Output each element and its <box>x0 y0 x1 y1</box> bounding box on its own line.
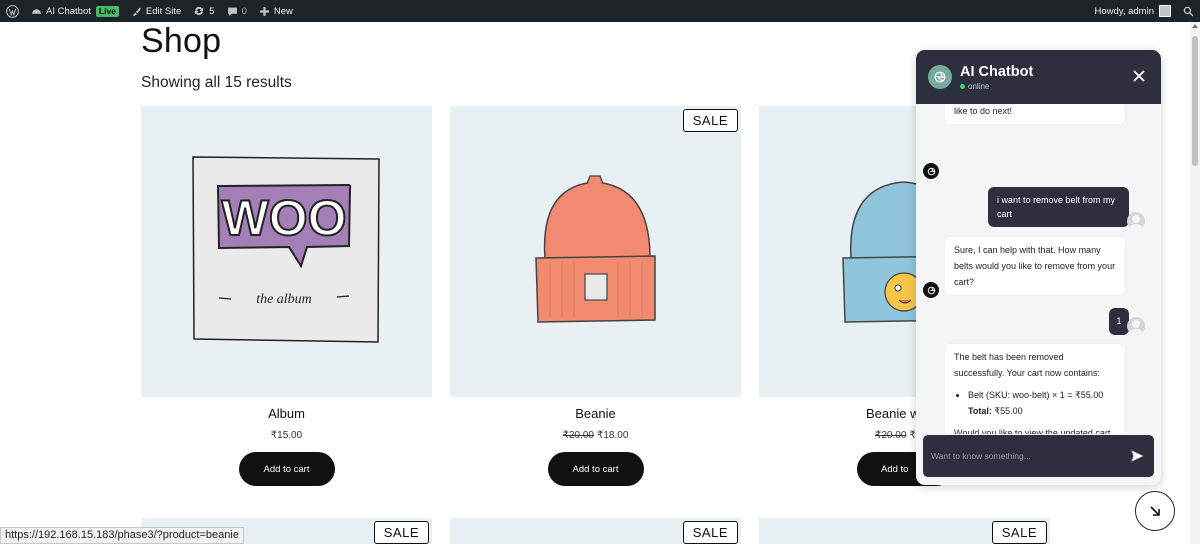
cart-item-text: Belt (SKU: woo-belt) × 1 = ₹55.00 <box>968 390 1104 400</box>
wordpress-logo-icon[interactable] <box>0 0 25 22</box>
user-avatar <box>1127 212 1145 230</box>
chat-toggle-button[interactable] <box>1135 491 1175 531</box>
close-icon[interactable] <box>1131 68 1147 84</box>
sale-price: ₹18.00 <box>597 430 629 441</box>
user-avatar <box>1127 317 1145 335</box>
new-label: New <box>273 5 293 17</box>
live-badge: Live <box>95 5 119 17</box>
updates-count: 5 <box>209 5 215 17</box>
howdy-label: Howdy, admin <box>1094 5 1155 17</box>
album-logo-text: WOO <box>222 190 347 246</box>
site-name-label: AI Chatbot <box>46 5 91 17</box>
send-button[interactable] <box>1128 447 1146 465</box>
user-message: 1 <box>1109 308 1129 335</box>
status-text: online <box>968 81 990 91</box>
message-text: i want to remove belt from my cart <box>997 195 1116 219</box>
list-item: Belt (SKU: woo-belt) × 1 = ₹55.00 Total:… <box>968 387 1116 419</box>
product-image[interactable]: WOO the album <box>141 106 432 397</box>
product-name[interactable]: Album <box>141 406 432 421</box>
product-image[interactable]: SALE <box>450 518 741 544</box>
product-card: SALE Beanie ₹20.00 ₹18.00 Add to cart <box>450 106 741 486</box>
plus-icon <box>259 6 269 16</box>
comments-count: 0 <box>241 5 247 17</box>
product-card: WOO the album Album ₹15.00 Add to cart <box>141 106 432 486</box>
message-text: like to do next! <box>954 106 1013 116</box>
status-bar-url: https://192.168.15.183/phase3/?product=b… <box>0 527 244 544</box>
regular-price: ₹20.00 <box>562 430 594 441</box>
chatbot-header: AI Chatbot online <box>916 50 1161 104</box>
send-icon <box>1131 450 1144 462</box>
chatbot-window: AI Chatbot online like to do next! i wan… <box>916 50 1161 485</box>
brush-icon <box>132 7 141 16</box>
comments-link[interactable]: 0 <box>221 0 253 22</box>
user-message: i want to remove belt from my cart <box>988 187 1129 227</box>
product-price: ₹15.00 <box>141 430 432 441</box>
total-value: ₹55.00 <box>994 406 1023 416</box>
sale-price: ₹15.00 <box>270 430 303 441</box>
edit-site-link[interactable]: Edit Site <box>125 0 187 22</box>
results-count: Showing all 15 results <box>141 74 292 91</box>
comment-icon <box>227 7 237 16</box>
sale-badge: SALE <box>682 109 738 132</box>
album-subtitle-text: the album <box>256 292 312 307</box>
sale-badge: SALE <box>682 521 738 544</box>
chatbot-title: AI Chatbot <box>960 63 1034 80</box>
scroll-thumb[interactable] <box>1192 36 1198 166</box>
admin-search-button[interactable] <box>1177 0 1200 22</box>
message-text: Would you like to view the updated cart,… <box>954 428 1113 434</box>
sale-badge: SALE <box>373 521 429 544</box>
openai-logo-icon <box>928 65 952 89</box>
bot-avatar-icon <box>923 163 939 179</box>
album-cover-image: WOO the album <box>192 156 380 343</box>
avatar <box>1159 5 1171 17</box>
updates-link[interactable]: 5 <box>187 0 220 22</box>
chat-messages[interactable]: like to do next! i want to remove belt f… <box>916 104 1161 434</box>
product-image[interactable]: SALE <box>759 518 1050 544</box>
product-image[interactable]: SALE <box>450 106 741 397</box>
message-text: 1 <box>1116 316 1122 326</box>
beanie-image <box>535 175 656 323</box>
online-status: online <box>960 82 1033 91</box>
scroll-up-icon[interactable] <box>1192 24 1198 28</box>
chat-input-bar <box>923 435 1154 477</box>
bot-message: like to do next! <box>945 104 1125 124</box>
chat-input[interactable] <box>931 451 1128 461</box>
admin-bar: AI Chatbot Live Edit Site 5 0 New Howdy,… <box>0 0 1200 22</box>
edit-site-label: Edit Site <box>145 5 182 17</box>
page-title: Shop <box>141 22 222 60</box>
arrow-down-right-icon <box>1150 506 1160 516</box>
my-account-link[interactable]: Howdy, admin <box>1089 0 1178 22</box>
page-scrollbar[interactable] <box>1190 22 1200 544</box>
message-text: Sure, I can help with that. How many bel… <box>954 245 1116 287</box>
sale-badge: SALE <box>991 521 1047 544</box>
cart-items-list: Belt (SKU: woo-belt) × 1 = ₹55.00 Total:… <box>954 387 1116 419</box>
message-text: The belt has been removed successfully. … <box>954 352 1100 378</box>
bot-avatar-icon <box>923 282 939 298</box>
online-dot <box>960 83 965 89</box>
add-to-cart-button[interactable]: Add to cart <box>547 452 644 486</box>
bot-message: The belt has been removed successfully. … <box>945 344 1125 434</box>
add-to-cart-button[interactable]: Add to cart <box>238 452 335 486</box>
product-price: ₹20.00 ₹18.00 <box>450 430 741 441</box>
site-name-link[interactable]: AI Chatbot Live <box>25 0 125 22</box>
new-content-link[interactable]: New <box>253 0 299 22</box>
refresh-icon <box>195 6 204 16</box>
total-label: Total: <box>968 406 992 416</box>
search-icon <box>1183 6 1194 16</box>
bot-message: Sure, I can help with that. How many bel… <box>945 237 1125 295</box>
dashboard-icon <box>32 8 41 14</box>
product-name[interactable]: Beanie <box>450 406 741 421</box>
regular-price: ₹20.00 <box>875 430 907 441</box>
